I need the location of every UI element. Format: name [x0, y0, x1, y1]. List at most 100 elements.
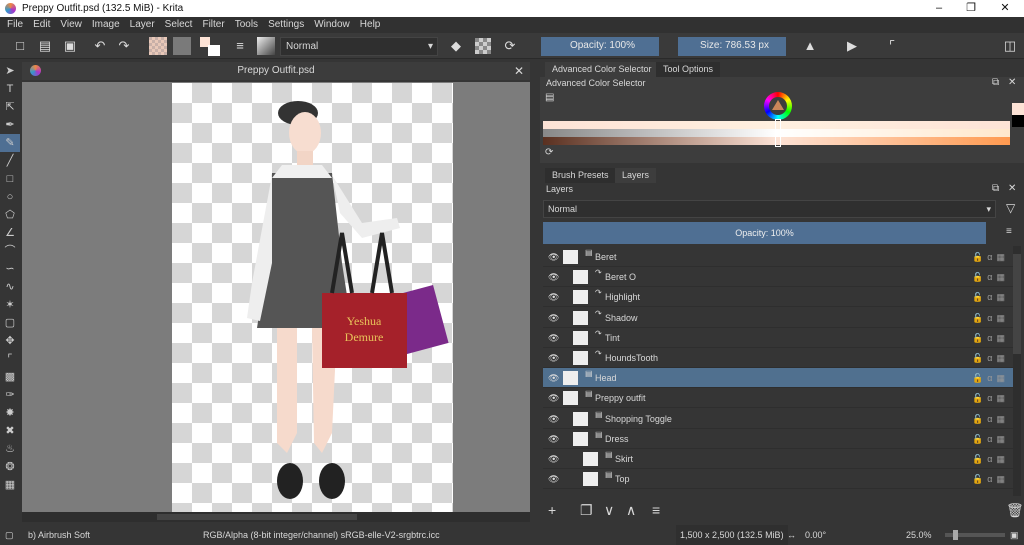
group-layer-icon[interactable]: ▤	[595, 405, 603, 425]
workspace-icon[interactable]: ◫	[1002, 38, 1018, 54]
fit-screen-icon[interactable]: ▣	[1010, 525, 1019, 545]
layer-row[interactable]: 👁 ↷ Shadow 🔓α▦	[543, 308, 1013, 328]
transform-tool-icon[interactable]: ▢	[0, 314, 20, 332]
layer-row[interactable]: 👁 ▤ Top 🔓α▦	[543, 469, 1013, 490]
multibrush-icon[interactable]: ✶	[0, 296, 20, 314]
visibility-eye-icon[interactable]: 👁	[548, 247, 559, 267]
layer-name[interactable]: Preppy outfit	[595, 388, 646, 408]
layer-blend-mode-dropdown[interactable]: Normal ▾	[543, 200, 996, 218]
polygon-tool-icon[interactable]: ⬠	[0, 206, 20, 224]
layer-lock-alpha-icons[interactable]: 🔓α▦	[972, 287, 1009, 307]
layer-properties-icon[interactable]: ≡	[652, 502, 660, 518]
redo-icon[interactable]: ↷	[116, 38, 132, 54]
visibility-eye-icon[interactable]: 👁	[548, 449, 559, 469]
size-slider[interactable]: Size: 786.53 px	[678, 37, 786, 56]
menu-image[interactable]: Image	[92, 17, 120, 33]
menu-filter[interactable]: Filter	[202, 17, 224, 33]
group-layer-icon[interactable]: ▤	[585, 364, 593, 384]
menu-view[interactable]: View	[60, 17, 82, 33]
visibility-eye-icon[interactable]: 👁	[548, 328, 559, 348]
menu-select[interactable]: Select	[165, 17, 193, 33]
smart-patch-icon[interactable]: ✸	[0, 404, 20, 422]
save-icon[interactable]: ▣	[62, 38, 78, 54]
layer-lock-alpha-icons[interactable]: 🔓α▦	[972, 469, 1009, 489]
ellipse-tool-icon[interactable]: ○	[0, 188, 20, 206]
layer-name[interactable]: Shadow	[605, 308, 638, 328]
layer-name[interactable]: Beret O	[605, 267, 636, 287]
opacity-slider[interactable]: Opacity: 100%	[541, 37, 659, 56]
tab-advanced-color-selector[interactable]: Advanced Color Selector	[545, 62, 659, 77]
polyline-tool-icon[interactable]: ∠	[0, 224, 20, 242]
menu-settings[interactable]: Settings	[268, 17, 304, 33]
rectangle-tool-icon[interactable]: □	[0, 170, 20, 188]
float-panel-icon[interactable]: ⧉	[992, 183, 999, 194]
layer-opacity-slider[interactable]: Opacity: 100%	[543, 222, 986, 244]
visibility-eye-icon[interactable]: 👁	[548, 388, 559, 408]
delete-layer-icon[interactable]: 🗑	[1006, 502, 1024, 519]
layer-row[interactable]: 👁 ▤ Skirt 🔓α▦	[543, 449, 1013, 469]
layer-lock-alpha-icons[interactable]: 🔓α▦	[972, 368, 1009, 388]
group-layer-icon[interactable]: ▤	[585, 243, 593, 263]
layer-name[interactable]: Top	[615, 469, 630, 489]
layer-name[interactable]: Shopping Toggle	[605, 409, 672, 429]
maximize-button[interactable]: ❐	[956, 0, 986, 17]
layer-lock-alpha-icons[interactable]: 🔓α▦	[972, 267, 1009, 287]
reload-preset-icon[interactable]: ⟳	[502, 38, 518, 54]
layer-row[interactable]: 👁 ▤ Shopping Toggle 🔓α▦	[543, 409, 1013, 429]
visibility-eye-icon[interactable]: 👁	[548, 348, 559, 368]
assistant-tool-icon[interactable]: ✖	[0, 422, 20, 440]
eraser-icon[interactable]: ◆	[448, 38, 464, 54]
layer-row[interactable]: 👁 ▤ Preppy outfit 🔓α▦	[543, 388, 1013, 409]
line-tool-icon[interactable]: ╱	[0, 152, 20, 170]
tab-layers[interactable]: Layers	[615, 168, 657, 183]
artwork[interactable]: Yeshua Demure	[172, 83, 453, 512]
layer-row[interactable]: 👁 ▤ Beret 🔓α▦	[543, 247, 1013, 267]
group-layer-icon[interactable]: ▤	[595, 425, 603, 445]
layer-lock-alpha-icons[interactable]: 🔓α▦	[972, 308, 1009, 328]
visibility-eye-icon[interactable]: 👁	[548, 308, 559, 328]
mirror-horizontal-icon[interactable]: ▲	[802, 38, 818, 54]
horizontal-scrollbar[interactable]	[22, 512, 530, 522]
layer-row[interactable]: 👁 ↷ Highlight 🔓α▦	[543, 287, 1013, 308]
brush-tool-icon[interactable]: ✎	[0, 134, 20, 152]
tab-tool-options[interactable]: Tool Options	[656, 62, 721, 77]
dynamic-brush-icon[interactable]: ∿	[0, 278, 20, 296]
background-color[interactable]	[208, 45, 220, 56]
enclose-fill-icon[interactable]: ❂	[0, 458, 20, 476]
canvas[interactable]: Yeshua Demure	[22, 82, 530, 512]
undo-icon[interactable]: ↶	[92, 38, 108, 54]
tab-brush-presets[interactable]: Brush Presets	[545, 168, 616, 183]
alpha-lock-icon[interactable]	[475, 38, 491, 54]
mirror-vertical-icon[interactable]: ▶	[844, 38, 860, 54]
menu-help[interactable]: Help	[360, 17, 381, 33]
layer-name[interactable]: Tint	[605, 328, 620, 348]
crop-tool-icon[interactable]: ⌜	[0, 350, 20, 368]
color-wheel[interactable]	[764, 92, 792, 120]
text-tool-icon[interactable]: T	[0, 80, 20, 98]
brush-preset-icon[interactable]	[257, 37, 275, 55]
layer-lock-alpha-icons[interactable]: 🔓α▦	[972, 388, 1009, 408]
menu-edit[interactable]: Edit	[33, 17, 50, 33]
layer-row[interactable]: 👁 ▤ Head 🔓α▦	[543, 368, 1013, 389]
visibility-eye-icon[interactable]: 👁	[548, 409, 559, 429]
move-layer-down-icon[interactable]: ∨	[604, 502, 614, 519]
crop-icon[interactable]: ⌜	[884, 38, 900, 54]
layer-lock-alpha-icons[interactable]: 🔓α▦	[972, 348, 1009, 368]
refresh-icon[interactable]: ⟳	[545, 147, 553, 158]
clone-layer-icon[interactable]: ↷	[595, 263, 602, 283]
duplicate-layer-icon[interactable]: ❐	[580, 502, 593, 519]
close-panel-icon[interactable]: ✕	[1008, 183, 1016, 194]
open-folder-icon[interactable]: ▤	[37, 38, 53, 54]
calligraphy-icon[interactable]: ✒	[0, 116, 20, 134]
color-picker-icon[interactable]: ✑	[0, 386, 20, 404]
new-document-icon[interactable]: □	[12, 38, 28, 54]
add-layer-icon[interactable]: +	[548, 502, 556, 518]
slider-handle[interactable]	[775, 119, 781, 147]
zoom-slider[interactable]	[945, 530, 1005, 540]
visibility-eye-icon[interactable]: 👁	[548, 287, 559, 307]
gradient-tool-icon[interactable]: ▩	[0, 368, 20, 386]
filter-icon[interactable]: ▽	[1006, 201, 1015, 215]
menu-layer[interactable]: Layer	[130, 17, 155, 33]
move-layer-up-icon[interactable]: ∧	[626, 502, 636, 519]
layer-name[interactable]: Highlight	[605, 287, 640, 307]
